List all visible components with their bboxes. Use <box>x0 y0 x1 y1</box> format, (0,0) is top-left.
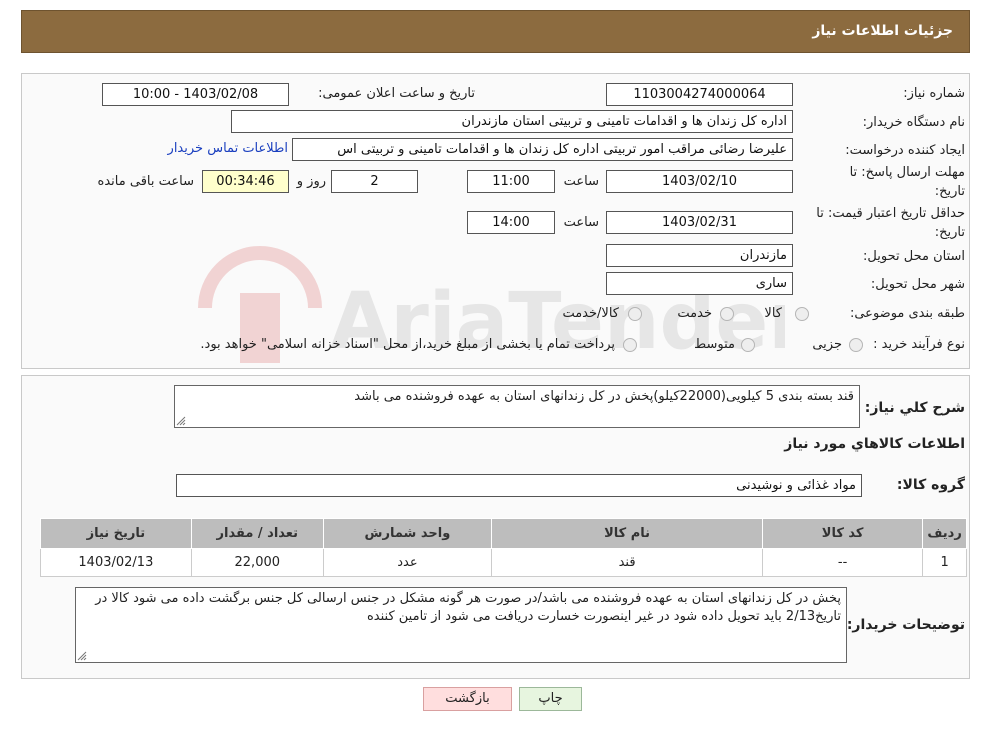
goods-info-title: اطلاعات کالاهاي مورد نياز <box>784 436 965 452</box>
creator-label: ایجاد کننده درخواست: <box>845 143 965 158</box>
deadline-date-field: 1403/02/10 <box>606 170 793 193</box>
delivery-province-label: استان محل تحویل: <box>863 249 965 264</box>
category-radio-goods[interactable] <box>795 307 809 321</box>
process-option-medium: متوسط <box>694 337 735 352</box>
delivery-province-field: مازندران <box>606 244 793 267</box>
buyer-org-label: نام دستگاه خریدار: <box>862 115 965 130</box>
process-radio-medium[interactable] <box>741 338 755 352</box>
resize-grip-icon[interactable] <box>176 416 186 426</box>
goods-group-label: گروه کالا: <box>896 477 965 493</box>
col-need-date: تاريخ نياز <box>40 518 192 549</box>
col-quantity: تعداد / مقدار <box>190 518 324 549</box>
price-validity-label: حداقل تاریخ اعتبار قیمت: تا <box>816 206 965 221</box>
category-radio-goods-service[interactable] <box>628 307 642 321</box>
category-radio-service[interactable] <box>720 307 734 321</box>
process-radio-minor[interactable] <box>849 338 863 352</box>
col-goods-name: نام کالا <box>491 518 764 549</box>
table-header-row: رديف کد کالا نام کالا واحد شمارش تعداد /… <box>40 518 967 549</box>
cell-goods-code: -- <box>762 548 924 577</box>
remaining-days-field: 2 <box>331 170 418 193</box>
cell-unit: عدد <box>322 548 493 577</box>
table-row: 1 -- قند عدد 22,000 1403/02/13 <box>40 548 967 577</box>
price-validity-time-label: ساعت <box>563 215 599 230</box>
summary-text: قند بسته بندی 5 کیلویی(22000کیلو)پخش در … <box>354 389 854 404</box>
buyer-notes-label: توضیحات خریدار: <box>846 617 965 633</box>
page-header: جزئیات اطلاعات نیاز <box>21 10 970 53</box>
need-number-label: شماره نیاز: <box>903 86 965 101</box>
deadline-label: مهلت ارسال پاسخ: تا <box>849 165 965 180</box>
remaining-days-label: روز و <box>296 174 326 189</box>
category-label: طبقه بندی موضوعی: <box>849 306 965 321</box>
deadline-time-label: ساعت <box>563 174 599 189</box>
price-validity-label-date: تاریخ: <box>934 225 965 240</box>
process-type-label: نوع فرآیند خرید : <box>873 337 965 352</box>
creator-field: علیرضا رضائی مراقب امور تربیتی اداره کل … <box>292 138 793 161</box>
announce-date-field: 1403/02/08 - 10:00 <box>102 83 289 106</box>
summary-label: شرح کلي نياز: <box>864 400 965 416</box>
cell-goods-name: قند <box>491 548 764 577</box>
goods-table: رديف کد کالا نام کالا واحد شمارش تعداد /… <box>40 518 967 577</box>
resize-grip-icon[interactable] <box>77 651 87 661</box>
category-option-service: خدمت <box>677 306 712 321</box>
delivery-city-field: ساری <box>606 272 793 295</box>
remaining-time-field: 00:34:46 <box>202 170 289 193</box>
cell-row-number: 1 <box>922 548 967 577</box>
deadline-label-date: تاریخ: <box>934 184 965 199</box>
payment-note-checkbox[interactable] <box>623 338 637 352</box>
need-number-field: 1103004274000064 <box>606 83 793 106</box>
summary-textarea[interactable]: قند بسته بندی 5 کیلویی(22000کیلو)پخش در … <box>174 385 860 428</box>
category-option-goods: کالا <box>764 306 782 321</box>
announce-date-label: تاریخ و ساعت اعلان عمومی: <box>318 86 475 101</box>
buyer-org-field: اداره کل زندان ها و اقدامات تامینی و ترب… <box>231 110 793 133</box>
price-validity-time-field: 14:00 <box>467 211 555 234</box>
col-unit: واحد شمارش <box>322 518 493 549</box>
back-button[interactable]: بازگشت <box>423 687 512 711</box>
goods-group-field: مواد غذائی و نوشیدنی <box>176 474 862 497</box>
cell-need-date: 1403/02/13 <box>40 548 192 577</box>
deadline-time-field: 11:00 <box>467 170 555 193</box>
process-option-minor: جزیی <box>812 337 842 352</box>
price-validity-date-field: 1403/02/31 <box>606 211 793 234</box>
col-row-number: رديف <box>922 518 967 549</box>
category-option-goods-service: کالا/خدمت <box>562 306 619 321</box>
payment-note-text: پرداخت تمام یا بخشی از مبلغ خرید،از محل … <box>200 337 615 352</box>
delivery-city-label: شهر محل تحویل: <box>870 277 965 292</box>
buyer-notes-text: پخش در کل زندانهای استان به عهده فروشنده… <box>95 591 841 624</box>
buyer-notes-textarea[interactable]: پخش در کل زندانهای استان به عهده فروشنده… <box>75 587 847 663</box>
buyer-contact-link[interactable]: اطلاعات تماس خریدار <box>168 141 288 156</box>
page-title: جزئیات اطلاعات نیاز <box>812 23 953 39</box>
print-button[interactable]: چاپ <box>519 687 582 711</box>
cell-quantity: 22,000 <box>190 548 324 577</box>
col-goods-code: کد کالا <box>762 518 924 549</box>
remaining-time-label: ساعت باقی مانده <box>97 174 194 189</box>
